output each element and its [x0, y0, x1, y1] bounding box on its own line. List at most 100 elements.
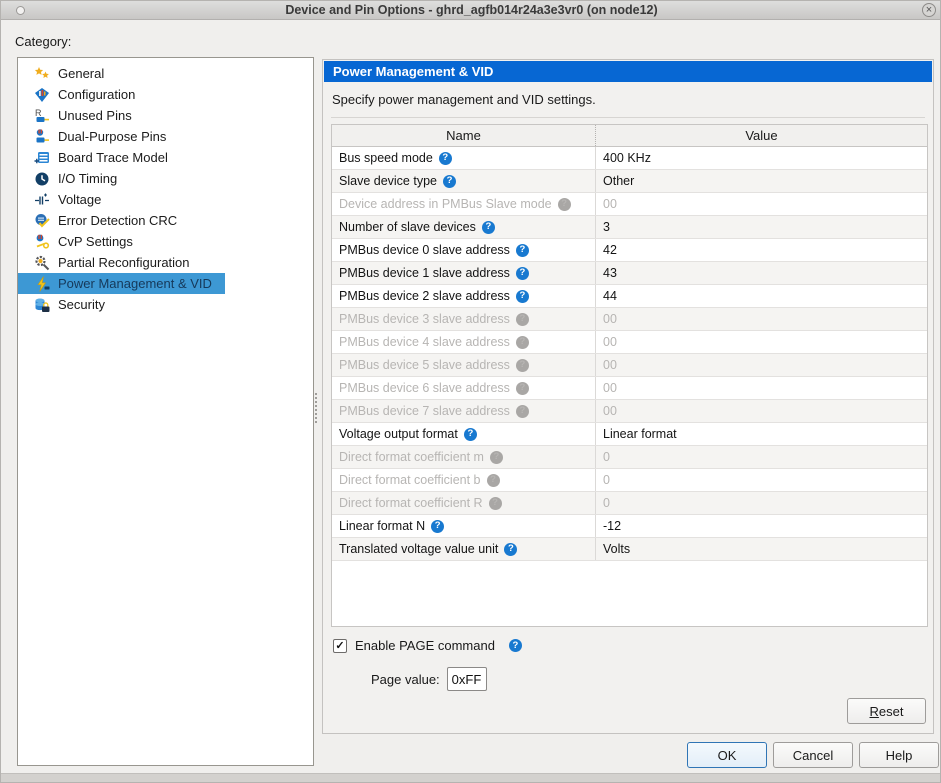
enable-page-checkbox[interactable]: ✓ [333, 638, 347, 653]
window-title: Device and Pin Options - ghrd_agfb014r24… [285, 3, 658, 17]
table-row[interactable]: PMBus device 3 slave address? 00 [332, 308, 927, 331]
help-icon[interactable]: ? [515, 381, 529, 395]
category-item-board-trace-model[interactable]: Board Trace Model [18, 147, 181, 168]
window-bottom-strip [1, 773, 940, 782]
column-header-name[interactable]: Name [332, 125, 596, 146]
table-row[interactable]: Linear format N? -12 [332, 515, 927, 538]
crc-shield-icon [34, 213, 51, 229]
help-icon[interactable]: ? [515, 243, 529, 257]
row-name: Direct format coefficient R [339, 496, 483, 510]
table-row[interactable]: PMBus device 5 slave address? 00 [332, 354, 927, 377]
row-value[interactable]: Linear format [596, 423, 927, 445]
column-header-value[interactable]: Value [596, 125, 927, 146]
row-value[interactable]: 0 [596, 446, 927, 468]
table-row[interactable]: PMBus device 1 slave address? 43 [332, 262, 927, 285]
table-row[interactable]: PMBus device 6 slave address? 00 [332, 377, 927, 400]
splitter-handle[interactable] [315, 393, 317, 423]
row-name: Direct format coefficient b [339, 473, 481, 487]
row-name: Direct format coefficient m [339, 450, 484, 464]
table-row[interactable]: PMBus device 0 slave address? 42 [332, 239, 927, 262]
clock-icon [34, 171, 51, 187]
row-name: Translated voltage value unit [339, 542, 499, 556]
help-icon[interactable]: ? [431, 519, 445, 533]
help-icon[interactable]: ? [438, 151, 452, 165]
row-value[interactable]: Volts [596, 538, 927, 560]
page-value-input[interactable] [446, 667, 487, 691]
table-row[interactable]: Bus speed mode? 400 KHz [332, 147, 927, 170]
help-icon[interactable]: ? [486, 473, 500, 487]
table-row[interactable]: PMBus device 2 slave address? 44 [332, 285, 927, 308]
category-item-general[interactable]: General [18, 63, 117, 84]
row-value[interactable]: 43 [596, 262, 927, 284]
reset-button[interactable]: Reset [847, 698, 926, 724]
category-item-label: Voltage [58, 192, 102, 207]
table-row[interactable]: Direct format coefficient b? 0 [332, 469, 927, 492]
table-row[interactable]: Direct format coefficient R? 0 [332, 492, 927, 515]
help-button[interactable]: Help [859, 742, 939, 768]
table-row[interactable]: Number of slave devices? 3 [332, 216, 927, 239]
help-icon[interactable]: ? [515, 358, 529, 372]
row-name: PMBus device 4 slave address [339, 335, 510, 349]
help-icon[interactable]: ? [515, 289, 529, 303]
category-item-unused-pins[interactable]: R Unused Pins [18, 105, 145, 126]
category-item-voltage[interactable]: Voltage [18, 189, 114, 210]
table-row[interactable]: Slave device type? Other [332, 170, 927, 193]
category-item-error-detection-crc[interactable]: Error Detection CRC [18, 210, 190, 231]
help-icon[interactable]: ? [504, 542, 518, 556]
category-item-label: Partial Reconfiguration [58, 255, 190, 270]
row-value[interactable]: Other [596, 170, 927, 192]
help-icon[interactable]: ? [489, 450, 503, 464]
help-icon[interactable]: ? [508, 639, 522, 652]
table-row[interactable]: PMBus device 4 slave address? 00 [332, 331, 927, 354]
titlebar[interactable]: Device and Pin Options - ghrd_agfb014r24… [1, 1, 940, 20]
configuration-icon [34, 87, 51, 103]
category-item-label: Configuration [58, 87, 136, 102]
row-value[interactable]: 00 [596, 331, 927, 353]
row-value[interactable]: 00 [596, 400, 927, 422]
row-value[interactable]: 3 [596, 216, 927, 238]
row-value[interactable]: 0 [596, 469, 927, 491]
table-row[interactable]: Voltage output format? Linear format [332, 423, 927, 446]
partial-reconfiguration-icon [34, 255, 51, 271]
help-icon[interactable]: ? [488, 496, 502, 510]
help-icon[interactable]: ? [481, 220, 495, 234]
settings-table: Name Value Bus speed mode? 400 KHz Slave d… [331, 124, 928, 627]
category-item-label: Dual-Purpose Pins [58, 129, 167, 144]
separator [331, 117, 925, 118]
row-value[interactable]: 00 [596, 193, 927, 215]
row-name: Voltage output format [339, 427, 458, 441]
settings-panel: Power Management & VID Specify power man… [322, 59, 934, 734]
category-item-configuration[interactable]: Configuration [18, 84, 148, 105]
row-value[interactable]: 44 [596, 285, 927, 307]
row-value[interactable]: -12 [596, 515, 927, 537]
security-lock-icon [34, 297, 51, 313]
category-item-dual-purpose-pins[interactable]: Dual-Purpose Pins [18, 126, 179, 147]
row-value[interactable]: 00 [596, 377, 927, 399]
stars-icon [34, 66, 51, 82]
ok-button[interactable]: OK [687, 742, 767, 768]
row-value[interactable]: 0 [596, 492, 927, 514]
help-icon[interactable]: ? [515, 404, 529, 418]
help-icon[interactable]: ? [557, 197, 571, 211]
help-icon[interactable]: ? [515, 335, 529, 349]
row-value[interactable]: 00 [596, 354, 927, 376]
help-icon[interactable]: ? [463, 427, 477, 441]
table-row[interactable]: Direct format coefficient m? 0 [332, 446, 927, 469]
row-value[interactable]: 00 [596, 308, 927, 330]
category-item-security[interactable]: Security [18, 294, 118, 315]
enable-page-label: Enable PAGE command [355, 638, 495, 653]
row-value[interactable]: 42 [596, 239, 927, 261]
category-item-power-management-vid[interactable]: Power Management & VID [18, 273, 225, 294]
help-icon[interactable]: ? [515, 266, 529, 280]
row-value[interactable]: 400 KHz [596, 147, 927, 169]
category-item-partial-reconfiguration[interactable]: Partial Reconfiguration [18, 252, 203, 273]
table-row[interactable]: Translated voltage value unit? Volts [332, 538, 927, 561]
table-row[interactable]: Device address in PMBus Slave mode? 00 [332, 193, 927, 216]
help-icon[interactable]: ? [442, 174, 456, 188]
close-icon[interactable]: × [922, 3, 936, 17]
cancel-button[interactable]: Cancel [773, 742, 853, 768]
category-item-i-o-timing[interactable]: I/O Timing [18, 168, 130, 189]
category-item-cvp-settings[interactable]: CvP Settings [18, 231, 146, 252]
help-icon[interactable]: ? [515, 312, 529, 326]
table-row[interactable]: PMBus device 7 slave address? 00 [332, 400, 927, 423]
